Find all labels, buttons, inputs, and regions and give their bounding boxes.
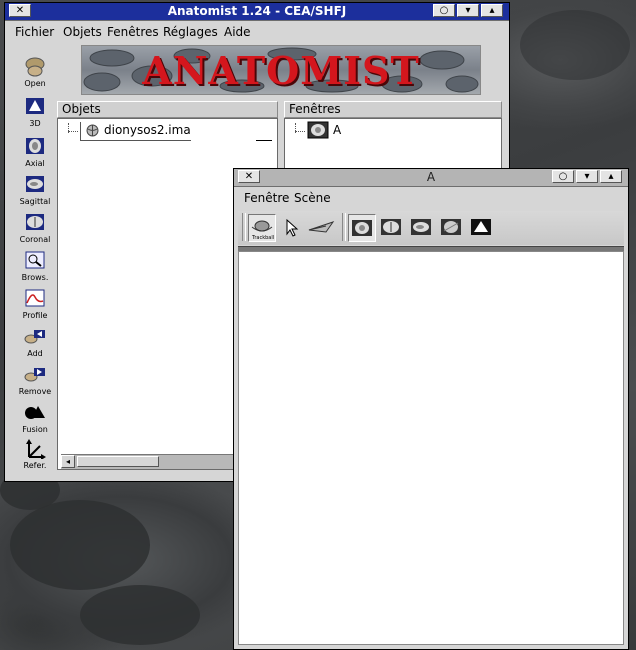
tools-panel: Open 3D Axial Sagittal Coronal Brows. Pr…	[5, 53, 57, 478]
3d-view-icon	[471, 219, 491, 235]
browser-tool[interactable]: Brows.	[13, 251, 57, 287]
select-button[interactable]	[278, 214, 304, 240]
view-window: ✕ A ○ ▾ ▴ Fenêtre Scène Trackball	[233, 168, 629, 650]
desktop-texture	[10, 500, 150, 590]
iconify-button[interactable]: ○	[552, 170, 574, 183]
toolbar-handle[interactable]	[242, 213, 246, 241]
add-tool[interactable]: Add	[13, 327, 57, 363]
referential-icon	[26, 439, 46, 459]
menu-fichier[interactable]: Fichier	[15, 25, 54, 39]
main-titlebar[interactable]: ✕ Anatomist 1.24 - CEA/SHFJ ○ ▾ ▴	[5, 3, 509, 21]
coronal-tool[interactable]: Coronal	[13, 213, 57, 249]
objects-header[interactable]: Objets	[57, 101, 278, 118]
3d-tool[interactable]: 3D	[13, 97, 57, 133]
divider	[256, 140, 272, 141]
volume-icon	[86, 124, 99, 137]
object-name: dionysos2.ima	[104, 123, 191, 137]
open-label: Open	[24, 79, 46, 88]
menu-fenetre[interactable]: Fenêtre	[244, 191, 289, 205]
add-label: Add	[27, 349, 43, 358]
view-titlebar[interactable]: ✕ A ○ ▾ ▴	[234, 169, 628, 187]
remove-tool[interactable]: Remove	[13, 365, 57, 401]
axial-label: Axial	[25, 159, 45, 168]
axial-view-button[interactable]	[348, 214, 376, 242]
axial-view-icon	[352, 220, 372, 236]
profile-label: Profile	[22, 311, 48, 320]
desktop-texture	[80, 585, 200, 645]
shade-button[interactable]: ▾	[576, 170, 598, 183]
menu-reglages[interactable]: Réglages	[163, 25, 218, 39]
scroll-left-arrow[interactable]: ◂	[61, 455, 75, 468]
raise-button[interactable]: ▴	[600, 170, 622, 183]
menu-aide[interactable]: Aide	[224, 25, 251, 39]
menu-fenetres[interactable]: Fenêtres	[107, 25, 159, 39]
view-menubar: Fenêtre Scène	[234, 187, 628, 209]
coronal-view-icon	[381, 219, 401, 235]
sagittal-view-button[interactable]	[408, 214, 434, 240]
anatomist-banner: ANATOMIST	[81, 45, 481, 95]
browser-icon	[25, 251, 45, 269]
objects-scrollbar[interactable]: ◂	[61, 454, 236, 469]
remove-icon	[24, 368, 45, 382]
desktop-texture	[520, 10, 630, 80]
coronal-label: Coronal	[19, 235, 51, 244]
view-toolbar: Trackball	[238, 211, 624, 245]
main-menubar: Fichier Objets Fenêtres Réglages Aide	[5, 21, 509, 43]
trackball-icon: Trackball	[251, 220, 274, 241]
open-tool[interactable]: Open	[13, 57, 57, 93]
referential-tool[interactable]: Refer.	[13, 439, 57, 475]
sagittal-label: Sagittal	[19, 197, 51, 206]
windows-header[interactable]: Fenêtres	[284, 101, 502, 118]
add-icon	[24, 330, 45, 344]
axial-view-icon	[26, 138, 44, 154]
remove-label: Remove	[18, 387, 52, 396]
render-canvas[interactable]	[238, 251, 624, 645]
trackball-button[interactable]: Trackball	[248, 214, 276, 242]
fusion-icon	[25, 406, 45, 419]
axial-tool[interactable]: Axial	[13, 137, 57, 173]
window-name: A	[333, 123, 342, 137]
select-arrow-icon	[286, 218, 299, 237]
fusion-tool[interactable]: Fusion	[13, 403, 57, 439]
coronal-view-icon	[26, 214, 44, 230]
tree-connector	[68, 131, 78, 133]
sagittal-view-icon	[26, 176, 44, 192]
menu-scene[interactable]: Scène	[294, 191, 331, 205]
scroll-thumb[interactable]	[77, 456, 159, 467]
iconify-button[interactable]: ○	[433, 4, 455, 17]
flight-button[interactable]	[306, 214, 336, 240]
raise-button[interactable]: ▴	[481, 4, 503, 17]
fusion-label: Fusion	[22, 425, 48, 434]
tree-connector	[295, 131, 305, 133]
profile-icon	[25, 289, 45, 307]
3d-label: 3D	[29, 119, 41, 128]
3d-view-button[interactable]	[468, 214, 494, 240]
menu-objets[interactable]: Objets	[63, 25, 102, 39]
toolbar-handle[interactable]	[342, 213, 346, 241]
profile-tool[interactable]: Profile	[13, 289, 57, 325]
oblique-view-icon	[441, 219, 461, 235]
flight-icon	[308, 221, 335, 233]
shade-button[interactable]: ▾	[457, 4, 479, 17]
referential-label: Refer.	[23, 461, 47, 470]
oblique-view-button[interactable]	[438, 214, 464, 240]
banner-title: ANATOMIST	[142, 48, 420, 93]
axial-window-icon	[307, 121, 329, 139]
sagittal-tool[interactable]: Sagittal	[13, 175, 57, 211]
3d-view-icon	[26, 98, 44, 114]
trackball-caption: Trackball	[251, 235, 274, 241]
coronal-view-button[interactable]	[378, 214, 404, 240]
list-item[interactable]: dionysos2.ima	[80, 122, 191, 141]
open-brain-icon	[25, 57, 45, 77]
browser-label: Brows.	[21, 273, 49, 282]
sagittal-view-icon	[411, 219, 431, 235]
